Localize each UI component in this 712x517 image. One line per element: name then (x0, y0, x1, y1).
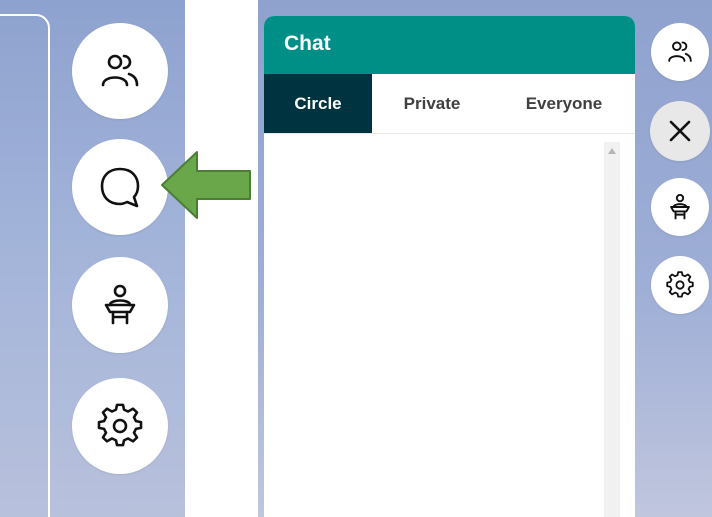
presenter-button[interactable] (72, 257, 168, 353)
chat-title: Chat (284, 32, 331, 55)
tab-everyone[interactable]: Everyone (508, 74, 620, 133)
gear-icon (97, 403, 143, 449)
chat-button[interactable] (72, 139, 168, 235)
presenter-icon (666, 193, 694, 221)
chat-header: Chat (264, 16, 635, 74)
settings-button[interactable] (72, 378, 168, 474)
chat-tabs: Circle Private Everyone (264, 74, 635, 133)
chat-messages-area (264, 134, 635, 517)
tab-private[interactable]: Private (376, 74, 488, 133)
left-screenshot-panel (0, 0, 185, 517)
green-arrow-left (159, 150, 253, 220)
chat-scrollbar[interactable] (604, 142, 620, 517)
participants-button[interactable] (72, 23, 168, 119)
presenter-icon (98, 283, 142, 327)
participants-button-small[interactable] (651, 23, 709, 81)
settings-button-small[interactable] (651, 256, 709, 314)
tab-circle[interactable]: Circle (264, 74, 372, 133)
close-chat-button[interactable] (650, 101, 710, 161)
people-icon (666, 38, 694, 66)
gear-icon (666, 271, 694, 299)
left-content-card (0, 14, 50, 517)
chat-window: Chat Circle Private Everyone (264, 16, 635, 517)
people-icon (98, 49, 142, 93)
chat-bubble-icon (96, 163, 144, 211)
presenter-button-small[interactable] (651, 178, 709, 236)
scroll-up-arrow-icon[interactable] (604, 146, 620, 156)
close-icon (668, 119, 692, 143)
